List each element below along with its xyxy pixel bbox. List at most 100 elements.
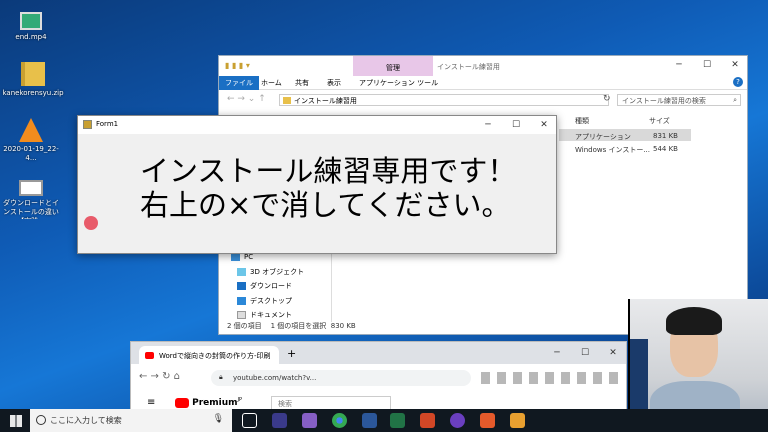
taskbar-search-input[interactable]: ここに入力して検索 🎙︎ [30,409,232,432]
desktop-icon [237,297,246,305]
sidebar-item-label: ドキュメント [250,311,292,319]
desktop-icon-end-mp4[interactable]: end.mp4 [0,12,62,42]
lock-icon: 🔒︎ [219,373,223,381]
youtube-icon [145,352,154,359]
column-header-type[interactable]: 種類 [575,116,589,126]
app-icon[interactable] [480,413,495,428]
nav-pane-divider [331,254,332,322]
extension-icons [481,372,623,384]
cube-icon [237,268,246,276]
browser-window: Wordで縦向きの封筒の作り方-印刷 + ─ ☐ ✕ ← → ↻ ⌂ 🔒︎ yo… [130,341,627,412]
youtube-logo-text: Premium [192,398,238,408]
close-button[interactable]: ✕ [599,344,627,362]
tab-share[interactable]: 共有 [295,78,309,88]
pc-icon [231,253,240,261]
sidebar-item-label: PC [244,253,254,261]
status-count: 2 個の項目 [227,322,262,330]
document-icon [237,311,246,319]
desktop-icon-label: 2020-01-19_22-4... [3,145,59,162]
video-file-icon [19,180,43,196]
nav-buttons[interactable]: ← → ↻ ⌂ [139,371,180,382]
task-view-icon[interactable] [242,413,257,428]
sidebar-item-label: ダウンロード [250,282,292,290]
tab-strip: Wordで縦向きの封筒の作り方-印刷 + ─ ☐ ✕ [131,342,626,364]
search-icon: ⌕ [733,96,737,104]
vlc-icon [19,118,43,142]
powerpoint-icon[interactable] [420,413,435,428]
desktop-icon-label: kanekorensyu.zip [2,89,64,97]
sidebar-item-downloads[interactable]: ダウンロード [237,281,292,291]
chrome-icon[interactable] [332,413,347,428]
sidebar-item-3d[interactable]: 3D オブジェクト [237,267,304,277]
close-button[interactable]: ✕ [721,56,749,74]
help-icon[interactable]: ? [733,77,743,87]
sidebar-item-documents[interactable]: ドキュメント [237,310,292,320]
app-icon [83,120,92,129]
zip-folder-icon [21,62,45,86]
minimize-button[interactable]: ─ [665,56,693,74]
tab-home[interactable]: ホーム [261,78,282,88]
status-bar: 2 個の項目 1 個の項目を選択 830 KB [227,321,356,331]
youtube-search-input[interactable]: 検索 [271,396,391,410]
address-path: インストール練習用 [294,97,357,105]
tab-file[interactable]: ファイル [219,76,259,90]
search-placeholder: ここに入力して検索 [50,416,122,425]
download-arrow-icon [237,282,246,290]
minimize-button[interactable]: ─ [543,344,571,362]
ribbon-tabs: ファイル ホーム 共有 表示 アプリケーション ツール ? [219,76,747,90]
form1-window: Form1 ─ ☐ ✕ インストール練習専用です！ 右上の×で消してください。 [77,115,557,254]
maximize-button[interactable]: ☐ [502,116,530,134]
desktop-icon-vlc[interactable]: 2020-01-19_22-4... [0,118,62,163]
maximize-button[interactable]: ☐ [571,344,599,362]
tab-view[interactable]: 表示 [327,78,341,88]
microphone-icon[interactable]: 🎙︎ [213,414,224,424]
context-tab-header: 管理 [353,56,433,76]
excel-icon[interactable] [390,413,405,428]
search-placeholder: インストール練習用の検索 [622,97,706,105]
sidebar-item-label: デスクトップ [250,297,292,305]
search-input[interactable]: インストール練習用の検索 ⌕ [617,94,741,106]
tab-app-tools[interactable]: アプリケーション ツール [359,78,438,88]
region-label: JP [237,397,243,403]
nav-arrows[interactable]: ← → ⌄ ↑ [227,94,266,104]
browser-tab[interactable]: Wordで縦向きの封筒の作り方-印刷 [139,346,279,364]
status-size: 830 KB [330,322,356,330]
desktop-icon-video[interactable]: ダウンロードとインストールの違い【実践... [0,180,62,219]
folder-icon [283,97,291,104]
word-icon[interactable] [362,413,377,428]
column-header-size[interactable]: サイズ [649,116,670,126]
cursor-highlight [84,216,98,230]
taskbar: ここに入力して検索 🎙︎ [0,409,768,432]
app-icon[interactable] [272,413,287,428]
maximize-button[interactable]: ☐ [693,56,721,74]
new-tab-button[interactable]: + [287,347,296,360]
desktop-icon-zip[interactable]: kanekorensyu.zip [0,62,66,98]
tab-title: Wordで縦向きの封筒の作り方-印刷 [159,352,271,360]
sidebar-item-desktop[interactable]: デスクトップ [237,296,292,306]
minimize-button[interactable]: ─ [474,116,502,134]
app-icon[interactable] [450,413,465,428]
youtube-logo[interactable]: PremiumJP [175,397,242,408]
message-line-1: インストール練習専用です！ [140,154,517,188]
refresh-icon[interactable]: ↻ [603,94,611,104]
quick-access-toolbar: ▮ ▮ ▮ ▾ [225,61,250,70]
row-size: 544 KB [653,145,678,153]
message-line-2: 右上の×で消してください。 [140,188,511,222]
desktop-icon-label: ダウンロードとインストールの違い【実践... [3,199,59,219]
start-button[interactable] [10,415,22,427]
form1-titlebar: Form1 ─ ☐ ✕ [78,116,556,134]
search-circle-icon [36,415,46,425]
video-file-icon [20,12,42,30]
close-button[interactable]: ✕ [530,116,558,134]
hamburger-icon[interactable]: ≡ [147,397,155,408]
url-text: youtube.com/watch?v... [233,374,317,382]
desktop-icon-label: end.mp4 [15,33,47,41]
row-size: 831 KB [653,132,678,140]
omnibox[interactable]: 🔒︎ youtube.com/watch?v... [211,370,471,386]
row-type: アプリケーション [575,133,631,141]
sidebar-item-pc[interactable]: PC [231,253,253,261]
status-selected: 1 個の項目を選択 [270,322,327,330]
visual-studio-icon[interactable] [302,413,317,428]
app-icon[interactable] [510,413,525,428]
address-bar[interactable]: インストール練習用 [279,94,609,106]
